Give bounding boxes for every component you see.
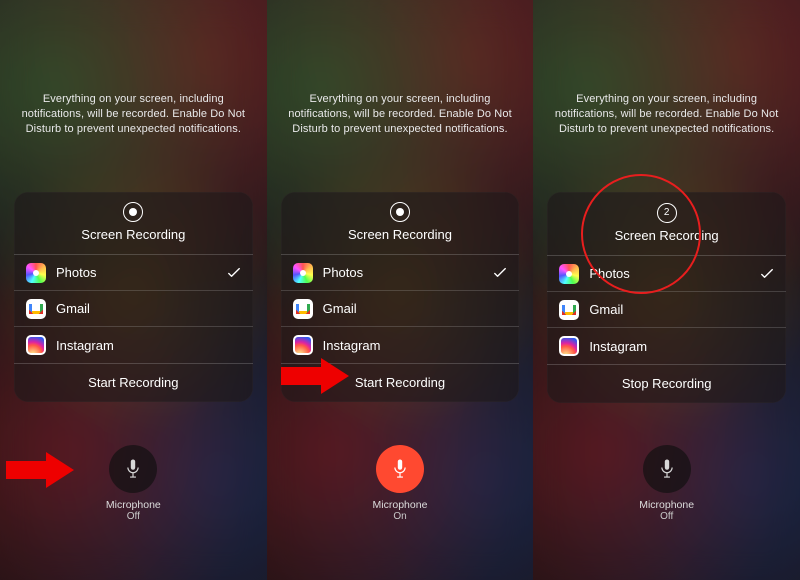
app-row-instagram[interactable]: Instagram <box>14 327 253 363</box>
screen-recording-card: Screen Recording Photos Gmail Instagram … <box>281 192 520 402</box>
screen-recording-card: 2 Screen Recording Photos Gmail Instagra… <box>547 192 786 403</box>
recording-disclaimer: Everything on your screen, including not… <box>551 92 782 137</box>
app-row-gmail[interactable]: Gmail <box>14 291 253 327</box>
instagram-icon <box>293 335 313 355</box>
app-label: Instagram <box>323 338 381 353</box>
screenshot-step-1: Everything on your screen, including not… <box>0 0 267 580</box>
app-row-instagram[interactable]: Instagram <box>281 327 520 363</box>
microphone-icon <box>124 458 142 480</box>
microphone-button[interactable] <box>376 445 424 493</box>
app-target-list: Photos Gmail Instagram <box>547 255 786 364</box>
app-row-photos[interactable]: Photos <box>547 256 786 292</box>
countdown-value: 2 <box>664 208 670 218</box>
app-label: Photos <box>589 266 629 281</box>
record-icon <box>123 202 143 222</box>
app-label: Gmail <box>323 301 357 316</box>
check-icon <box>760 267 774 281</box>
app-target-list: Photos Gmail Instagram <box>281 254 520 363</box>
gmail-icon <box>26 299 46 319</box>
recording-disclaimer: Everything on your screen, including not… <box>18 92 249 137</box>
screen-recording-header: Screen Recording <box>281 192 520 254</box>
microphone-state: On <box>267 511 534 522</box>
photos-icon <box>293 263 313 283</box>
microphone-icon <box>391 458 409 480</box>
photos-icon <box>26 263 46 283</box>
record-icon <box>390 202 410 222</box>
microphone-button[interactable] <box>109 445 157 493</box>
screen-recording-card: Screen Recording Photos Gmail Instagram … <box>14 192 253 402</box>
card-title: Screen Recording <box>81 227 185 242</box>
app-label: Gmail <box>56 301 90 316</box>
app-row-gmail[interactable]: Gmail <box>281 291 520 327</box>
instagram-icon <box>559 336 579 356</box>
countdown-icon: 2 <box>657 203 677 223</box>
microphone-button[interactable] <box>643 445 691 493</box>
recording-disclaimer: Everything on your screen, including not… <box>285 92 516 137</box>
microphone-label: Microphone <box>0 499 267 511</box>
microphone-section: Microphone Off <box>533 445 800 522</box>
app-label: Instagram <box>56 338 114 353</box>
microphone-label: Microphone <box>267 499 534 511</box>
check-icon <box>227 266 241 280</box>
app-label: Photos <box>323 265 363 280</box>
check-icon <box>493 266 507 280</box>
screen-recording-header: 2 Screen Recording <box>547 192 786 255</box>
stop-recording-button[interactable]: Stop Recording <box>547 364 786 403</box>
microphone-state: Off <box>0 511 267 522</box>
start-recording-button[interactable]: Start Recording <box>281 363 520 402</box>
microphone-icon <box>658 458 676 480</box>
app-row-instagram[interactable]: Instagram <box>547 328 786 364</box>
screenshot-step-3: Everything on your screen, including not… <box>533 0 800 580</box>
app-target-list: Photos Gmail Instagram <box>14 254 253 363</box>
screen-recording-header: Screen Recording <box>14 192 253 254</box>
gmail-icon <box>293 299 313 319</box>
microphone-state: Off <box>533 511 800 522</box>
start-recording-button[interactable]: Start Recording <box>14 363 253 402</box>
microphone-section: Microphone On <box>267 445 534 522</box>
app-label: Photos <box>56 265 96 280</box>
app-row-photos[interactable]: Photos <box>14 255 253 291</box>
gmail-icon <box>559 300 579 320</box>
photos-icon <box>559 264 579 284</box>
microphone-label: Microphone <box>533 499 800 511</box>
card-title: Screen Recording <box>348 227 452 242</box>
app-row-photos[interactable]: Photos <box>281 255 520 291</box>
app-label: Gmail <box>589 302 623 317</box>
microphone-section: Microphone Off <box>0 445 267 522</box>
instagram-icon <box>26 335 46 355</box>
app-label: Instagram <box>589 339 647 354</box>
app-row-gmail[interactable]: Gmail <box>547 292 786 328</box>
screenshot-step-2: Everything on your screen, including not… <box>267 0 534 580</box>
card-title: Screen Recording <box>615 228 719 243</box>
